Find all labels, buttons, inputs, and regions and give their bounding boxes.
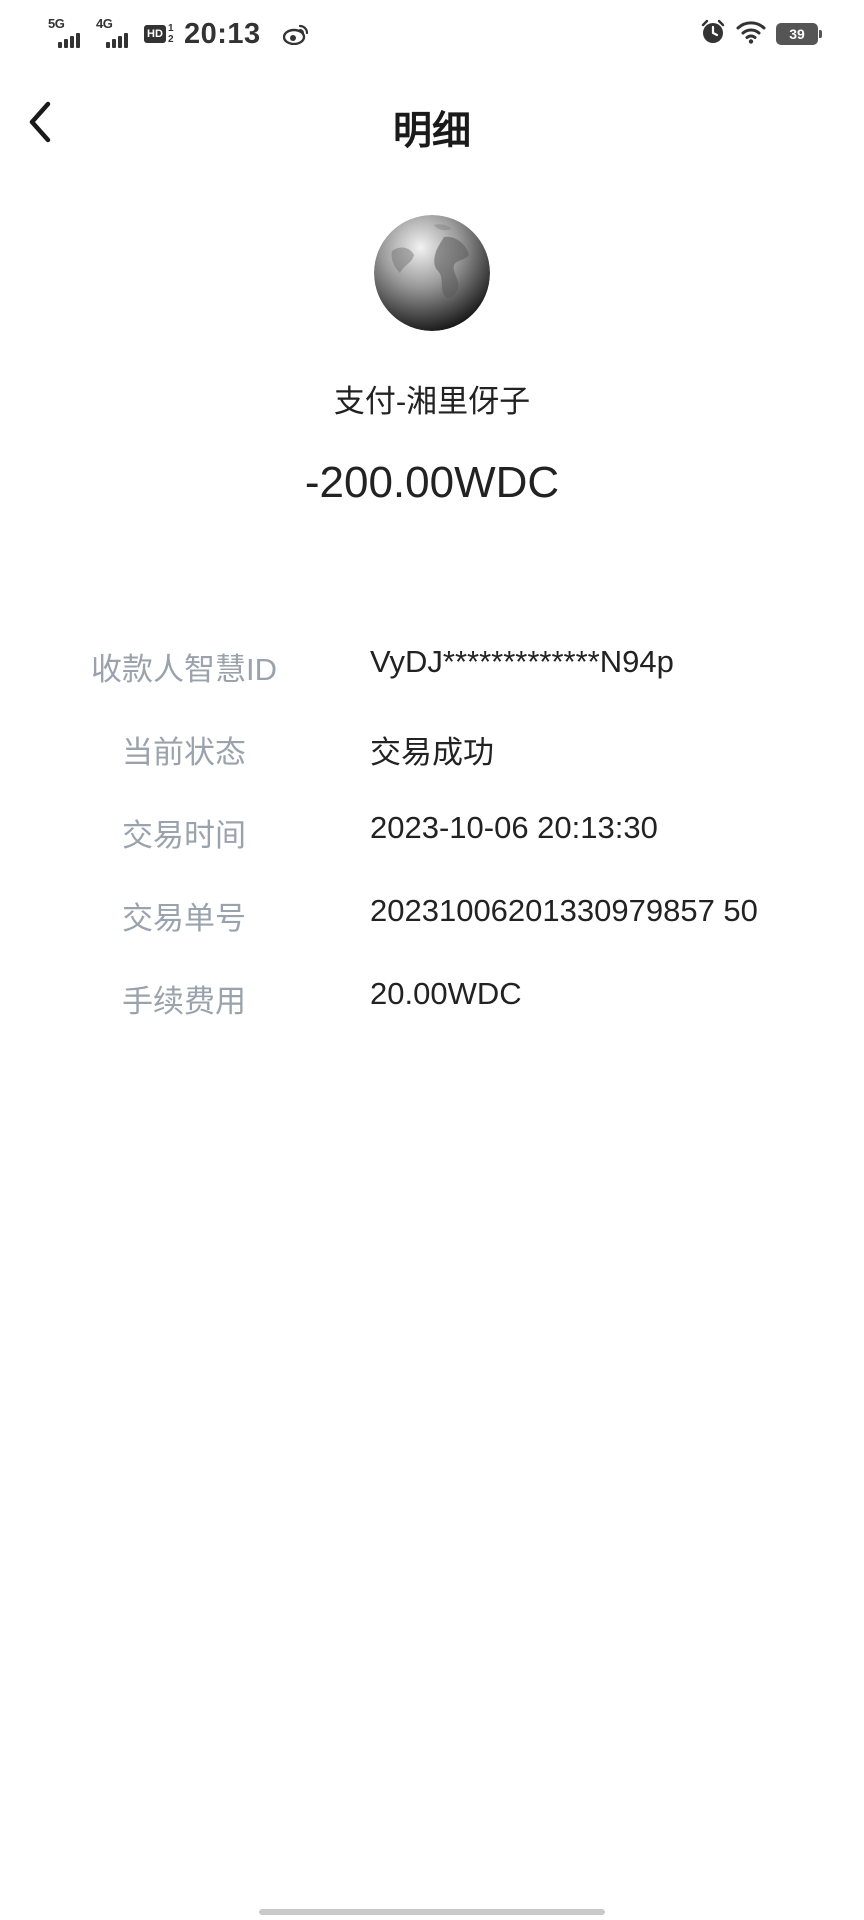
- status-time: 20:13: [184, 17, 261, 50]
- detail-label: 收款人智慧ID: [91, 652, 277, 687]
- hd-sub-2: 2: [168, 34, 174, 45]
- weibo-icon: [282, 23, 309, 45]
- battery-icon: 39: [776, 23, 822, 45]
- hd-voice-icon: HD 1 2: [144, 19, 178, 49]
- signal-5g-icon: 5G: [48, 16, 90, 52]
- battery-level: 39: [789, 26, 805, 42]
- payee-name: 支付-湘里伢子: [333, 384, 531, 419]
- detail-label: 交易单号: [122, 901, 246, 936]
- hd-label: HD: [144, 25, 166, 43]
- status-bar-right: 39: [700, 17, 822, 51]
- signal-bars: [106, 33, 128, 48]
- signal-4g-icon: 4G: [96, 16, 138, 52]
- network-5g-label: 5G: [48, 16, 65, 31]
- wifi-icon: [736, 20, 766, 49]
- detail-value: 20.00WDC: [370, 976, 522, 1011]
- detail-label: 当前状态: [122, 735, 246, 770]
- detail-row-payee-id: 收款人智慧ID VyDJ*************N94p: [0, 636, 864, 719]
- detail-value: 交易成功: [370, 735, 494, 770]
- detail-label: 手续费用: [122, 984, 246, 1019]
- detail-value: VyDJ*************N94p: [370, 644, 674, 679]
- detail-row-fee: 手续费用 20.00WDC: [0, 968, 864, 1051]
- transaction-details: 收款人智慧ID VyDJ*************N94p 当前状态 交易成功 …: [0, 636, 864, 1051]
- alarm-icon: [700, 19, 726, 50]
- home-indicator[interactable]: [259, 1909, 605, 1915]
- hd-sub-1: 1: [168, 23, 174, 34]
- detail-label: 交易时间: [122, 818, 246, 853]
- signal-bars: [58, 33, 80, 48]
- detail-value: 20231006201330979857 50: [370, 893, 758, 928]
- globe-icon: [374, 215, 490, 331]
- detail-row-status: 当前状态 交易成功: [0, 719, 864, 802]
- detail-row-time: 交易时间 2023-10-06 20:13:30: [0, 802, 864, 885]
- status-bar-left: 5G 4G HD 1 2 20:13: [48, 14, 309, 54]
- transaction-amount: -200.00WDC: [304, 458, 560, 507]
- hd-sub-label: 1 2: [168, 23, 174, 45]
- status-bar: 5G 4G HD 1 2 20:13 39: [0, 0, 864, 70]
- page-title: 明细: [392, 110, 471, 153]
- network-4g-label: 4G: [96, 16, 113, 31]
- detail-value: 2023-10-06 20:13:30: [370, 810, 658, 845]
- nav-bar: 明细: [0, 80, 864, 165]
- detail-row-order-number: 交易单号 20231006201330979857 50: [0, 885, 864, 968]
